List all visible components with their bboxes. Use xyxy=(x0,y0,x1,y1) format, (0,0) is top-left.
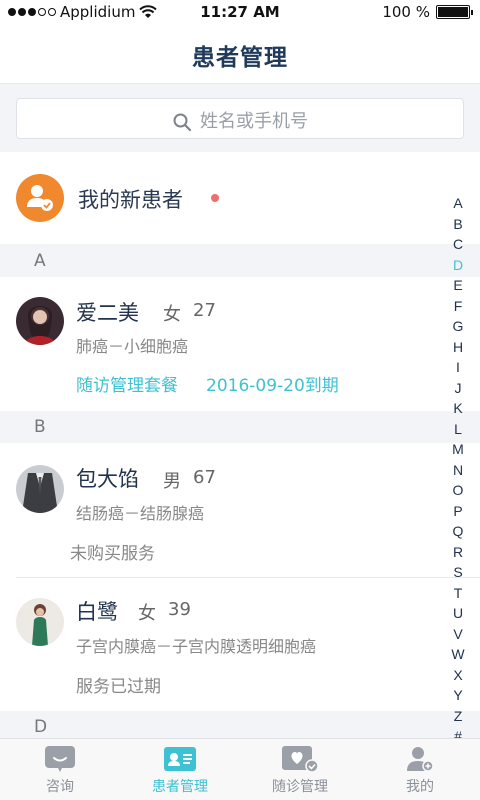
alpha-index-letter[interactable]: R xyxy=(453,542,463,563)
tab-label: 患者管理 xyxy=(152,779,208,795)
alpha-index-letter[interactable]: A xyxy=(453,193,462,214)
patient-card-icon xyxy=(164,747,196,771)
patient-gender: 女 xyxy=(138,603,156,624)
alpha-index-letter[interactable]: T xyxy=(454,583,463,604)
tab-label: 随诊管理 xyxy=(272,779,328,795)
alpha-index-letter[interactable]: G xyxy=(453,316,464,337)
alpha-index-letter[interactable]: B xyxy=(453,214,462,235)
battery-icon xyxy=(436,5,473,19)
alpha-index-letter[interactable]: X xyxy=(453,665,462,686)
search-input[interactable]: 姓名或手机号 xyxy=(16,98,464,139)
alpha-index-letter[interactable]: I xyxy=(456,357,460,378)
alpha-index-letter[interactable]: J xyxy=(455,378,462,399)
section-header-a: A xyxy=(0,245,480,277)
patient-age: 67 xyxy=(193,467,216,488)
alpha-index-letter[interactable]: W xyxy=(451,644,464,665)
search-icon xyxy=(173,113,192,132)
patient-diagnosis: 肺癌－小细胞癌 xyxy=(76,337,189,356)
page-title: 患者管理 xyxy=(192,45,288,71)
tab-mine[interactable]: 我的 xyxy=(360,739,480,800)
tab-consult[interactable]: 咨询 xyxy=(0,739,120,800)
alpha-index-letter[interactable]: M xyxy=(452,439,464,460)
alpha-index-letter[interactable]: D xyxy=(453,255,463,276)
alpha-index-letter[interactable]: Z xyxy=(454,706,463,727)
patient-diagnosis: 结肠癌－结肠腺癌 xyxy=(76,504,205,523)
alphabet-index[interactable]: A B C D E F G H I J K L M N O P Q R S T U V W X Y Z # xyxy=(450,193,466,747)
patient-name: 包大馅 xyxy=(76,467,139,491)
status-bar: Applidium 11:27 AM 100 % xyxy=(0,0,480,24)
new-patients-row[interactable]: 我的新患者 xyxy=(0,152,480,244)
tab-patient-management[interactable]: 患者管理 xyxy=(120,739,240,800)
new-patients-label: 我的新患者 xyxy=(78,188,183,212)
patient-age: 39 xyxy=(168,599,191,620)
alpha-index-letter[interactable]: O xyxy=(453,480,464,501)
service-status: 服务已过期 xyxy=(76,677,161,697)
patient-name: 白鹭 xyxy=(76,600,118,624)
alpha-index-letter[interactable]: U xyxy=(453,603,463,624)
section-letter: D xyxy=(34,717,48,737)
avatar xyxy=(16,598,64,646)
avatar xyxy=(16,465,64,513)
avatar xyxy=(16,297,64,345)
patient-age: 27 xyxy=(193,300,216,321)
service-status: 未购买服务 xyxy=(70,544,155,564)
tab-label: 我的 xyxy=(406,779,434,795)
service-expiry: 2016-09-20到期 xyxy=(206,376,339,396)
section-letter: B xyxy=(34,417,46,437)
section-header-d: D xyxy=(0,711,480,737)
alpha-index-letter[interactable]: Q xyxy=(453,521,464,542)
patient-gender: 女 xyxy=(163,304,181,325)
patient-name: 爱二美 xyxy=(76,301,139,325)
patient-gender: 男 xyxy=(163,471,181,492)
user-icon xyxy=(407,747,434,772)
heart-check-icon xyxy=(282,746,319,773)
unread-dot xyxy=(211,194,219,202)
tab-label: 咨询 xyxy=(46,779,74,795)
alpha-index-letter[interactable]: E xyxy=(453,275,462,296)
nav-bar: 患者管理 xyxy=(0,24,480,84)
search-placeholder: 姓名或手机号 xyxy=(200,111,308,132)
patient-card[interactable]: 爱二美 女 27 肺癌－小细胞癌 随访管理套餐 2016-09-20到期 xyxy=(0,277,480,411)
alpha-index-letter[interactable]: F xyxy=(454,296,463,317)
alpha-index-letter[interactable]: Y xyxy=(453,685,462,706)
chat-icon xyxy=(45,746,75,772)
patient-diagnosis: 子宫内膜癌－子宫内膜透明细胞癌 xyxy=(76,637,317,656)
tab-followup-management[interactable]: 随诊管理 xyxy=(240,739,360,800)
battery-percent: 100 % xyxy=(382,3,430,21)
alpha-index-letter[interactable]: H xyxy=(453,337,463,358)
service-package: 随访管理套餐 xyxy=(76,376,178,396)
alpha-index-letter[interactable]: V xyxy=(453,624,462,645)
alpha-index-letter[interactable]: C xyxy=(453,234,463,255)
alpha-index-letter[interactable]: N xyxy=(453,460,463,481)
alpha-index-letter[interactable]: P xyxy=(453,501,462,522)
alpha-index-letter[interactable]: S xyxy=(453,562,462,583)
patient-list-b: 包大馅 男 67 结肠癌－结肠腺癌 未购买服务 白鹭 女 39 子宫内膜癌－子宫… xyxy=(0,443,480,711)
section-header-b: B xyxy=(0,411,480,443)
patient-card[interactable]: 白鹭 女 39 子宫内膜癌－子宫内膜透明细胞癌 服务已过期 xyxy=(0,578,480,711)
patient-card[interactable]: 包大馅 男 67 结肠癌－结肠腺癌 未购买服务 xyxy=(0,443,480,577)
alpha-index-letter[interactable]: L xyxy=(454,419,462,440)
new-patient-icon xyxy=(16,174,64,222)
search-area: 姓名或手机号 xyxy=(0,85,480,152)
tab-bar: 咨询 患者管理 随诊管理 我的 xyxy=(0,738,480,800)
alpha-index-letter[interactable]: K xyxy=(453,398,462,419)
section-letter: A xyxy=(34,251,46,271)
